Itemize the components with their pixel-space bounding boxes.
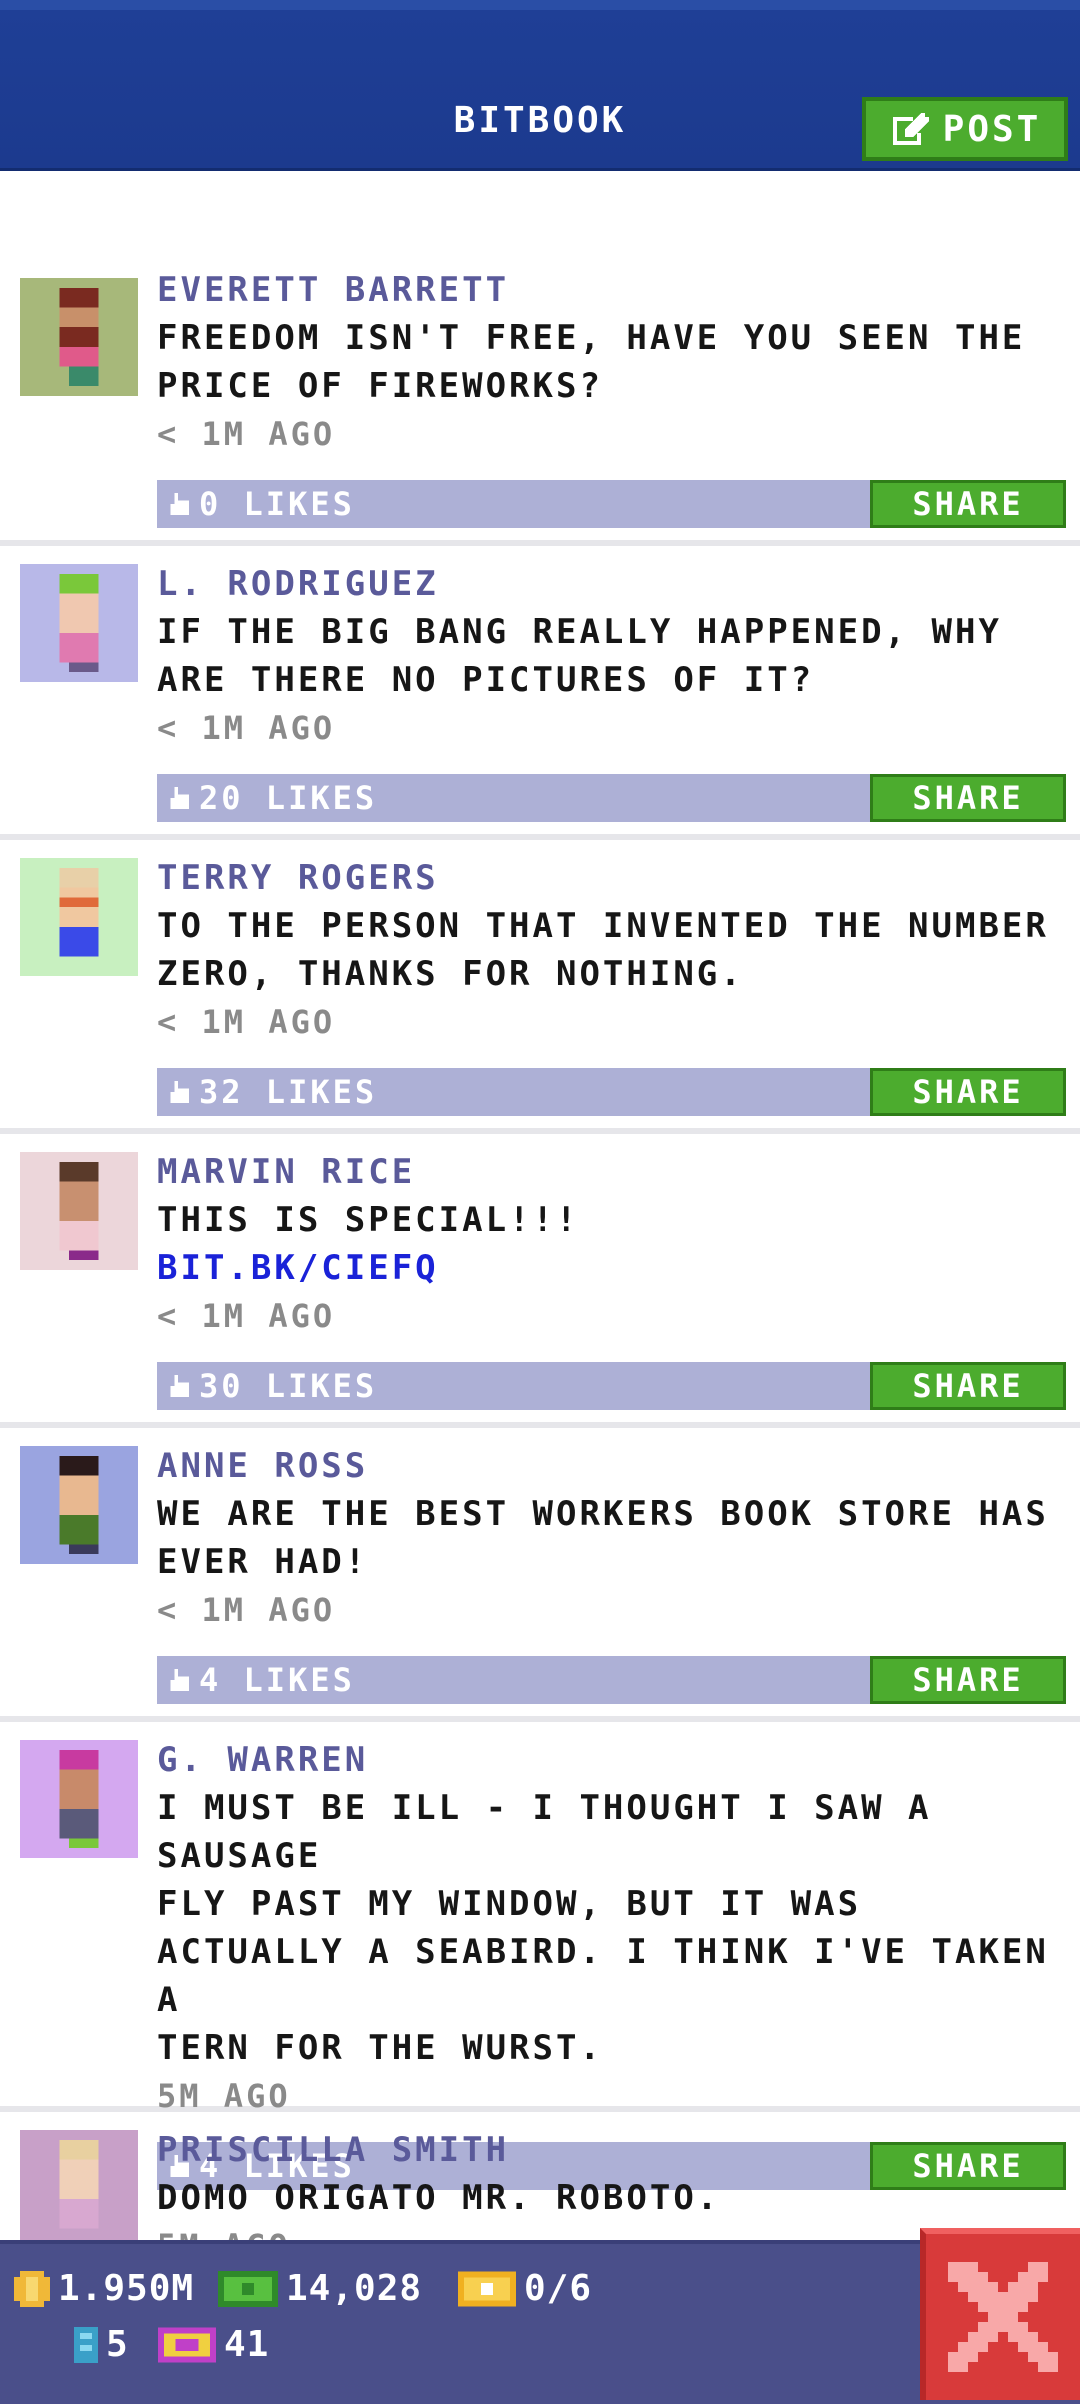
like-button[interactable]: 20 LIKES bbox=[167, 774, 377, 822]
like-bar: 0 LIKES SHARE bbox=[157, 480, 1066, 528]
building-icon bbox=[74, 2326, 98, 2363]
avatar bbox=[20, 1740, 138, 1858]
post-author[interactable]: EVERETT BARRETT bbox=[157, 168, 1066, 314]
status-bar: 1.950M 14,028 0/6 5 41 bbox=[0, 2240, 1080, 2404]
like-button[interactable]: 30 LIKES bbox=[167, 1362, 377, 1410]
feed-list[interactable]: EVERETT BARRETT FREEDOM ISN'T FREE, HAVE… bbox=[0, 168, 1080, 2240]
like-button[interactable]: 32 LIKES bbox=[167, 1068, 377, 1116]
post-text-line: I MUST BE ILL - I THOUGHT I SAW A SAUSAG… bbox=[157, 1788, 932, 1876]
post-author[interactable]: ANNE ROSS bbox=[157, 1428, 1066, 1490]
post-time: < 1M AGO bbox=[157, 1297, 336, 1335]
share-button[interactable]: SHARE bbox=[870, 1068, 1066, 1116]
list-item: TERRY ROGERS TO THE PERSON THAT INVENTED… bbox=[0, 840, 1080, 1134]
post-author[interactable]: G. WARREN bbox=[157, 1722, 1066, 1784]
post-time: < 1M AGO bbox=[157, 1591, 336, 1629]
list-item: EVERETT BARRETT FREEDOM ISN'T FREE, HAVE… bbox=[0, 168, 1080, 546]
cash-value: 14,028 bbox=[286, 2268, 423, 2309]
like-bar: 32 LIKES SHARE bbox=[157, 1068, 1066, 1116]
post-text-line: FLY PAST MY WINDOW, BUT IT WAS bbox=[157, 1884, 862, 1924]
share-button[interactable]: SHARE bbox=[870, 1656, 1066, 1704]
like-bar: 4 LIKES SHARE bbox=[157, 1656, 1066, 1704]
post-text-line: FREEDOM ISN'T FREE, HAVE YOU SEEN THE bbox=[157, 318, 1026, 358]
post-button-label: POST bbox=[942, 108, 1042, 150]
thumbs-up-icon bbox=[170, 1669, 189, 1691]
post-text-line: ACTUALLY A SEABIRD. I THINK I'VE TAKEN A bbox=[157, 1932, 1049, 2020]
share-button[interactable]: SHARE bbox=[870, 480, 1066, 528]
share-button[interactable]: SHARE bbox=[870, 774, 1066, 822]
bux-stat: 41 bbox=[158, 2324, 269, 2365]
list-item: PRISCILLA SMITH DOMO ORIGATO MR. ROBOTO.… bbox=[0, 2112, 1080, 2240]
list-item: MARVIN RICE THIS IS SPECIAL!!! BIT.BK/CI… bbox=[0, 1134, 1080, 1428]
post-text-line: ARE THERE NO PICTURES OF IT? bbox=[157, 660, 815, 700]
like-count: 32 LIKES bbox=[199, 1073, 378, 1111]
close-icon bbox=[948, 2262, 1058, 2372]
ticket-icon bbox=[458, 2271, 516, 2306]
thumbs-up-icon bbox=[170, 787, 189, 809]
post-link[interactable]: BIT.BK/CIEFQ bbox=[157, 1244, 1066, 1292]
thumbs-up-icon bbox=[170, 493, 189, 515]
like-bar: 20 LIKES SHARE bbox=[157, 774, 1066, 822]
cash-icon bbox=[218, 2270, 278, 2307]
like-button[interactable]: 4 LIKES bbox=[167, 1656, 355, 1704]
post-text-line: TERN FOR THE WURST. bbox=[157, 2028, 603, 2068]
coins-stat: 1.950M bbox=[14, 2268, 194, 2309]
edit-icon bbox=[892, 113, 929, 145]
post-time: < 1M AGO bbox=[157, 415, 336, 453]
avatar bbox=[20, 2130, 138, 2240]
post-time: < 1M AGO bbox=[157, 709, 336, 747]
post-time: < 1M AGO bbox=[157, 1003, 336, 1041]
avatar bbox=[20, 278, 138, 396]
post-button[interactable]: POST bbox=[862, 97, 1068, 161]
post-text-line: WE ARE THE BEST WORKERS BOOK STORE HAS bbox=[157, 1494, 1049, 1534]
like-button[interactable]: 0 LIKES bbox=[167, 480, 355, 528]
tickets-stat: 0/6 bbox=[458, 2268, 592, 2309]
like-count: 30 LIKES bbox=[199, 1367, 378, 1405]
cash-stat: 14,028 bbox=[218, 2268, 422, 2309]
post-author[interactable]: L. RODRIGUEZ bbox=[157, 546, 1066, 608]
bux-icon bbox=[158, 2327, 216, 2362]
post-text-line: TO THE PERSON THAT INVENTED THE NUMBER bbox=[157, 906, 1049, 946]
post-author[interactable]: TERRY ROGERS bbox=[157, 840, 1066, 902]
tickets-value: 0/6 bbox=[524, 2268, 593, 2309]
list-item: ANNE ROSS WE ARE THE BEST WORKERS BOOK S… bbox=[0, 1428, 1080, 1722]
post-text-line: EVER HAD! bbox=[157, 1542, 369, 1582]
bux-value: 41 bbox=[224, 2324, 270, 2365]
avatar bbox=[20, 1446, 138, 1564]
coins-value: 1.950M bbox=[58, 2268, 195, 2309]
like-count: 0 LIKES bbox=[199, 485, 355, 523]
like-count: 4 LIKES bbox=[199, 1661, 355, 1699]
post-author[interactable]: PRISCILLA SMITH bbox=[157, 2112, 1066, 2174]
avatar bbox=[20, 564, 138, 682]
thumbs-up-icon bbox=[170, 1375, 189, 1397]
list-item: L. RODRIGUEZ IF THE BIG BANG REALLY HAPP… bbox=[0, 546, 1080, 840]
thumbs-up-icon bbox=[170, 1081, 189, 1103]
coin-icon bbox=[14, 2270, 50, 2307]
like-bar: 30 LIKES SHARE bbox=[157, 1362, 1066, 1410]
avatar bbox=[20, 858, 138, 976]
list-item: G. WARREN I MUST BE ILL - I THOUGHT I SA… bbox=[0, 1722, 1080, 2190]
post-text-line: ZERO, THANKS FOR NOTHING. bbox=[157, 954, 744, 994]
floors-stat: 5 bbox=[74, 2324, 129, 2365]
post-text-line: THIS IS SPECIAL!!! bbox=[157, 1200, 580, 1240]
post-text-line: IF THE BIG BANG REALLY HAPPENED, WHY bbox=[157, 612, 1002, 652]
like-count: 20 LIKES bbox=[199, 779, 378, 817]
post-author[interactable]: MARVIN RICE bbox=[157, 1134, 1066, 1196]
post-text-line: PRICE OF FIREWORKS? bbox=[157, 366, 603, 406]
post-text-line: DOMO ORIGATO MR. ROBOTO. bbox=[157, 2178, 721, 2218]
header-bar: BITBOOK POST bbox=[0, 0, 1080, 171]
floors-value: 5 bbox=[106, 2324, 129, 2365]
share-button[interactable]: SHARE bbox=[870, 1362, 1066, 1410]
avatar bbox=[20, 1152, 138, 1270]
close-button[interactable] bbox=[920, 2228, 1080, 2400]
